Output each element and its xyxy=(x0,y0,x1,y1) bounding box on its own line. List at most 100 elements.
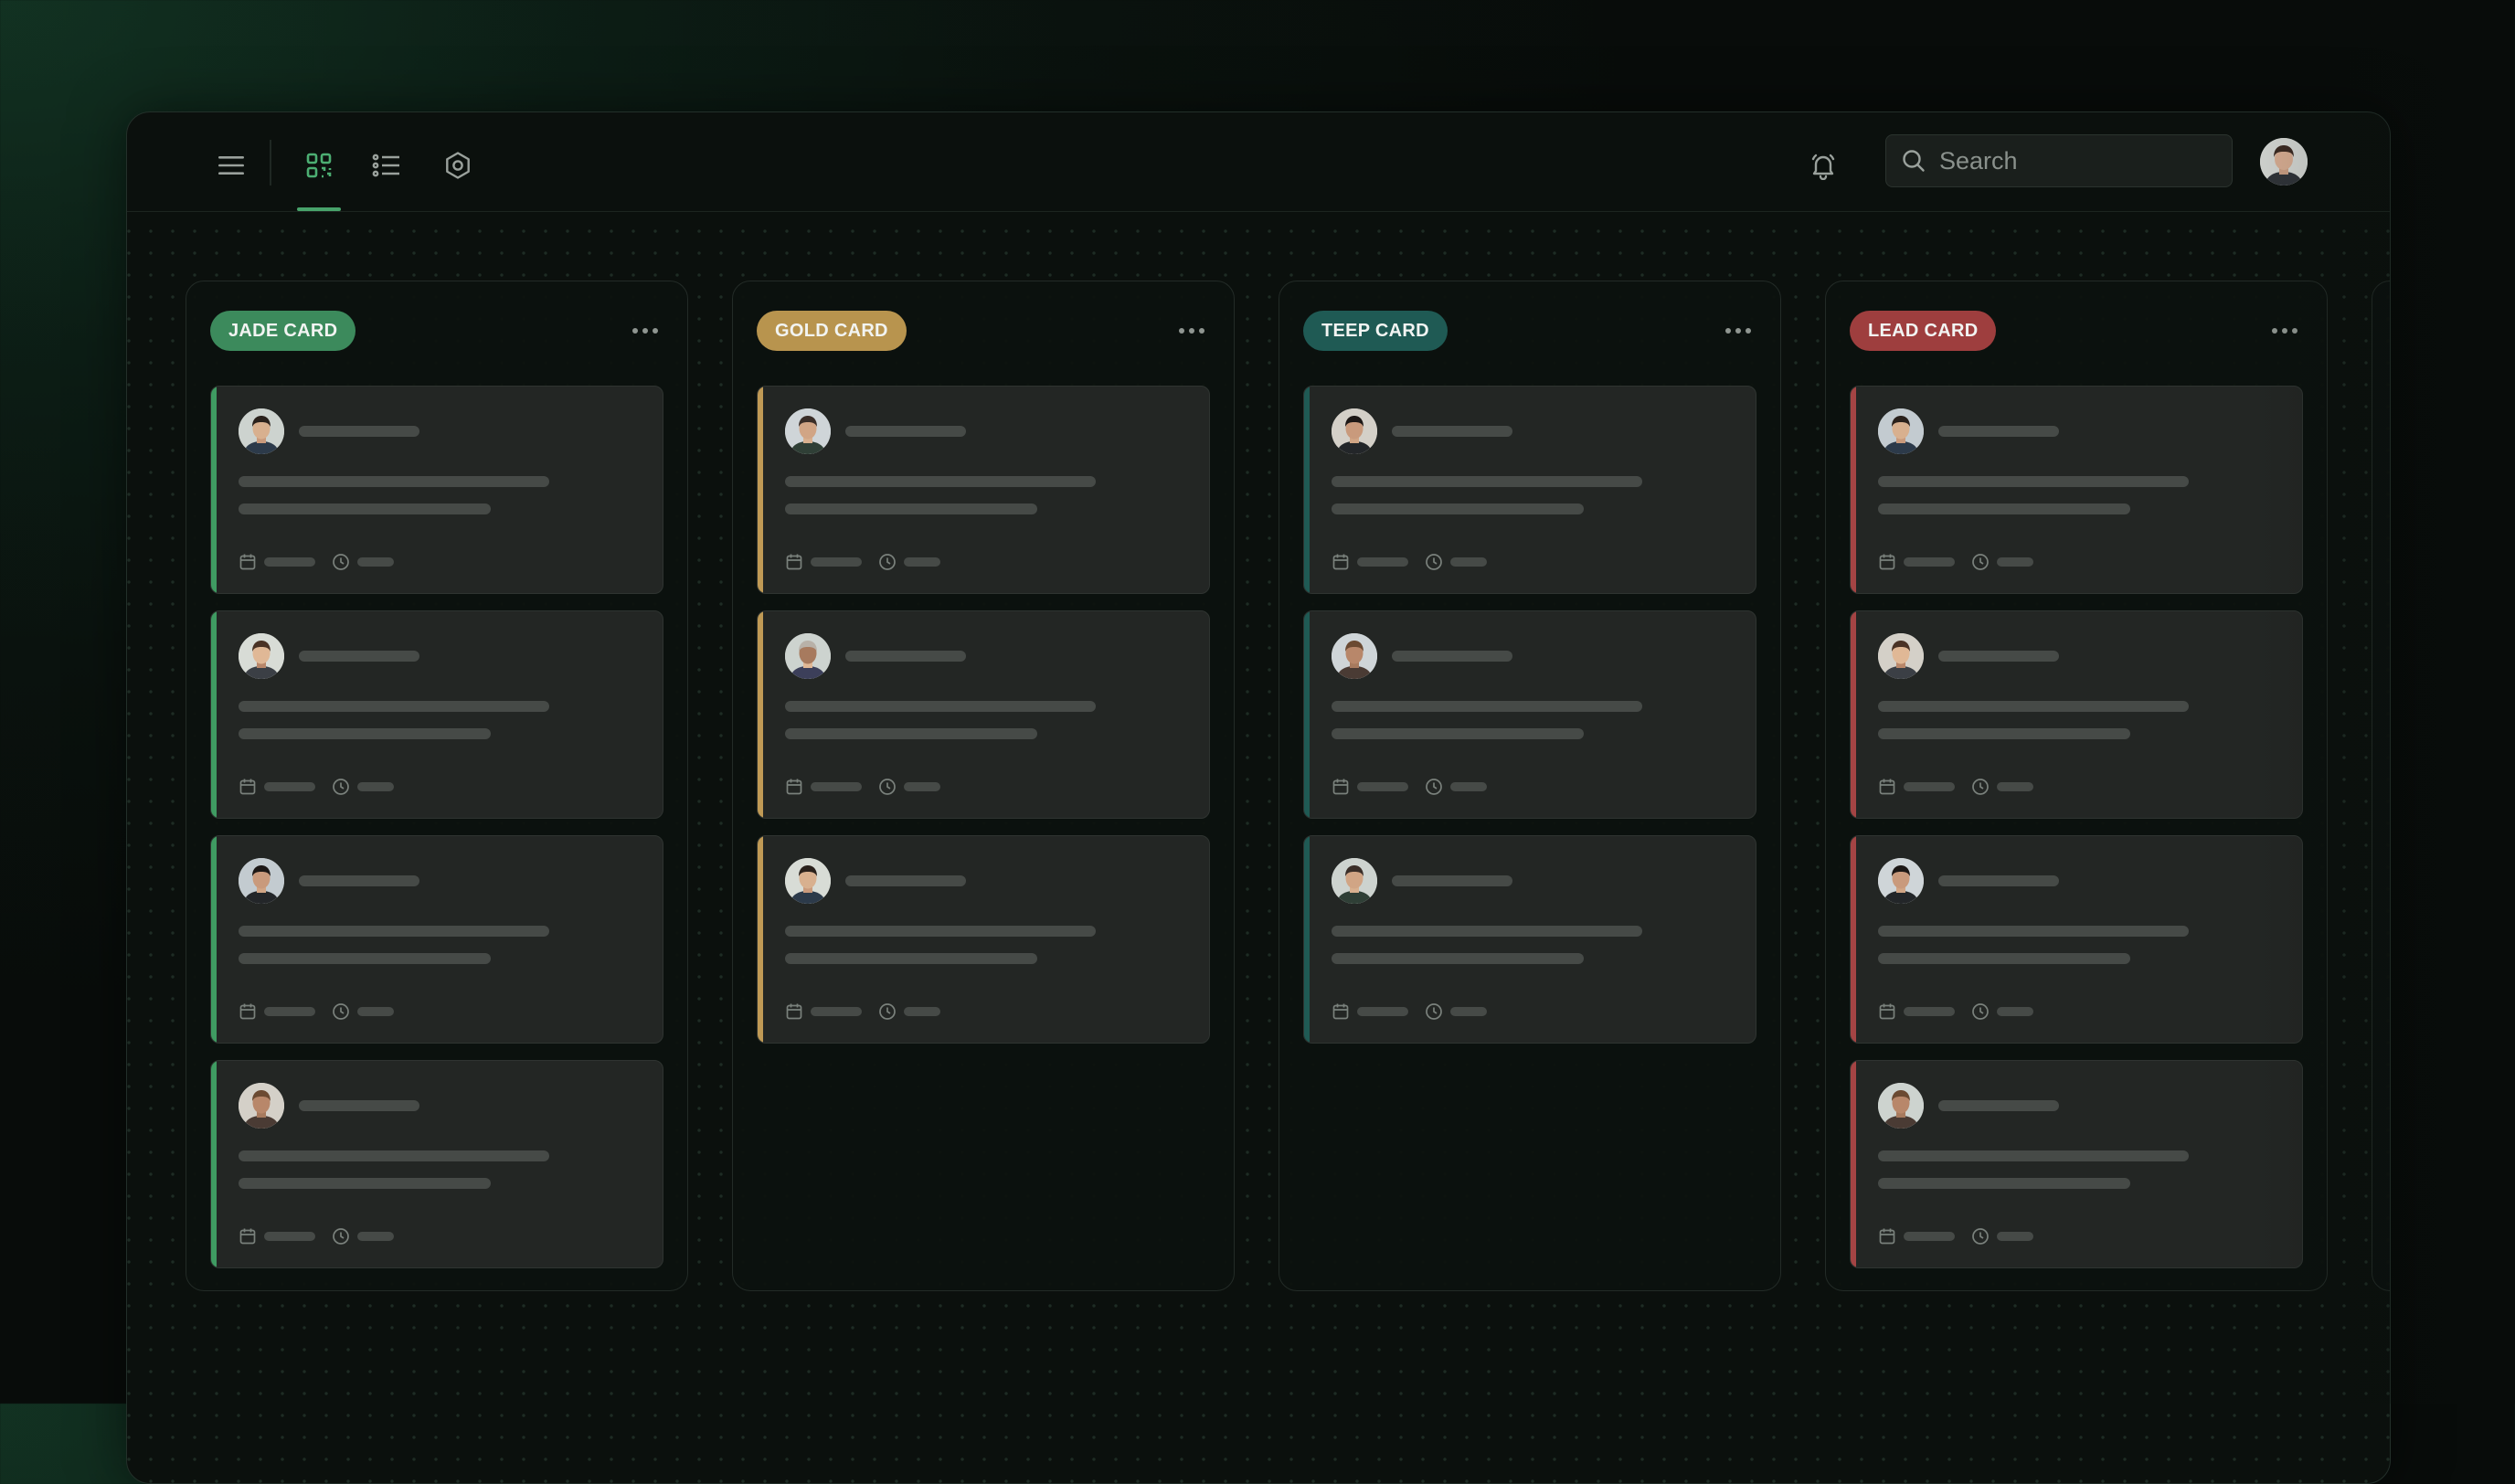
search-input[interactable] xyxy=(1937,145,2215,176)
card-title-placeholder xyxy=(1938,875,2059,886)
calendar-icon xyxy=(785,553,803,571)
search-box[interactable] xyxy=(1885,134,2233,187)
clock-icon xyxy=(1971,553,1990,571)
column-more-options-button[interactable] xyxy=(1173,318,1210,344)
clock-icon xyxy=(1425,778,1443,796)
card-description-placeholder xyxy=(1878,701,2189,712)
task-card[interactable] xyxy=(757,835,1210,1044)
column-title-badge[interactable]: GOLD CARD xyxy=(757,311,907,351)
task-card[interactable] xyxy=(1850,835,2303,1044)
task-card[interactable] xyxy=(757,610,1210,819)
card-date-placeholder xyxy=(811,557,862,567)
calendar-icon xyxy=(1332,1002,1350,1021)
card-description-placeholder xyxy=(1332,926,1642,937)
card-time-placeholder xyxy=(904,557,940,567)
card-accent-stripe xyxy=(1851,387,1856,593)
task-card[interactable] xyxy=(1850,386,2303,594)
card-time-placeholder xyxy=(1450,782,1487,791)
card-avatar xyxy=(239,858,284,904)
card-time-placeholder xyxy=(1997,557,2033,567)
column-more-options-button[interactable] xyxy=(1720,318,1756,344)
card-date-placeholder xyxy=(1904,1007,1955,1016)
clock-icon xyxy=(332,1227,350,1246)
column-more-options-button[interactable] xyxy=(2266,318,2303,344)
kanban-column: KMIKY CARD xyxy=(2372,281,2390,1291)
app-window: JADE CARD GOLD CARD TEEP CARD LEAD CARD KMIK… xyxy=(126,111,2391,1484)
card-title-placeholder xyxy=(299,426,419,437)
user-avatar[interactable] xyxy=(2260,138,2308,186)
user-photo xyxy=(2260,138,2308,186)
column-title-badge[interactable]: TEEP CARD xyxy=(1303,311,1448,351)
card-title-placeholder xyxy=(1392,651,1512,662)
card-description-placeholder xyxy=(785,926,1096,937)
calendar-icon xyxy=(239,1227,257,1246)
card-title-placeholder xyxy=(1938,1100,2059,1111)
list-view-button[interactable] xyxy=(366,145,407,186)
card-date-placeholder xyxy=(264,782,315,791)
task-card[interactable] xyxy=(1303,386,1756,594)
card-accent-stripe xyxy=(211,387,217,593)
kanban-column: LEAD CARD xyxy=(1825,281,2328,1291)
card-time-placeholder xyxy=(1997,1232,2033,1241)
task-card[interactable] xyxy=(210,386,663,594)
card-date-placeholder xyxy=(264,557,315,567)
card-description-placeholder xyxy=(1332,728,1584,739)
task-card[interactable] xyxy=(757,386,1210,594)
card-time-placeholder xyxy=(1997,782,2033,791)
column-title-badge[interactable]: LEAD CARD xyxy=(1850,311,1997,351)
card-date-placeholder xyxy=(264,1232,315,1241)
task-card[interactable] xyxy=(1850,610,2303,819)
notifications-button[interactable] xyxy=(1803,145,1843,186)
card-avatar xyxy=(785,633,831,679)
card-description-placeholder xyxy=(239,701,549,712)
clock-icon xyxy=(332,1002,350,1021)
card-accent-stripe xyxy=(758,611,763,818)
column-more-options-button[interactable] xyxy=(627,318,663,344)
task-card[interactable] xyxy=(210,1060,663,1268)
bell-icon xyxy=(1811,154,1835,180)
card-date-placeholder xyxy=(811,782,862,791)
menu-icon xyxy=(218,156,244,175)
card-title-placeholder xyxy=(1392,875,1512,886)
calendar-icon xyxy=(1878,778,1896,796)
card-avatar xyxy=(1878,633,1924,679)
settings-button[interactable] xyxy=(438,145,478,186)
card-description-placeholder xyxy=(785,476,1096,487)
card-accent-stripe xyxy=(1304,387,1310,593)
card-description-placeholder xyxy=(1332,476,1642,487)
task-card[interactable] xyxy=(1850,1060,2303,1268)
board-view-button[interactable] xyxy=(299,145,339,186)
task-card[interactable] xyxy=(1303,610,1756,819)
card-avatar xyxy=(1332,408,1377,454)
card-time-placeholder xyxy=(357,782,394,791)
search-icon xyxy=(1903,150,1925,172)
card-title-placeholder xyxy=(1938,426,2059,437)
card-avatar xyxy=(239,633,284,679)
gear-icon xyxy=(446,152,470,179)
card-accent-stripe xyxy=(1304,611,1310,818)
card-description-placeholder xyxy=(1332,701,1642,712)
card-time-placeholder xyxy=(904,782,940,791)
clock-icon xyxy=(332,553,350,571)
calendar-icon xyxy=(239,553,257,571)
card-time-placeholder xyxy=(357,1007,394,1016)
task-card[interactable] xyxy=(210,610,663,819)
card-accent-stripe xyxy=(1304,836,1310,1043)
card-description-placeholder xyxy=(239,476,549,487)
card-date-placeholder xyxy=(1904,557,1955,567)
card-description-placeholder xyxy=(785,701,1096,712)
card-avatar xyxy=(1878,858,1924,904)
card-date-placeholder xyxy=(811,1007,862,1016)
column-title-badge[interactable]: JADE CARD xyxy=(210,311,356,351)
menu-button[interactable] xyxy=(211,145,251,186)
list-icon xyxy=(372,154,399,177)
card-avatar xyxy=(785,408,831,454)
task-card[interactable] xyxy=(210,835,663,1044)
card-description-placeholder xyxy=(1878,1178,2130,1189)
card-description-placeholder xyxy=(239,953,491,964)
card-avatar xyxy=(785,858,831,904)
top-toolbar xyxy=(127,112,2390,212)
card-avatar xyxy=(239,1083,284,1129)
task-card[interactable] xyxy=(1303,835,1756,1044)
calendar-icon xyxy=(785,1002,803,1021)
